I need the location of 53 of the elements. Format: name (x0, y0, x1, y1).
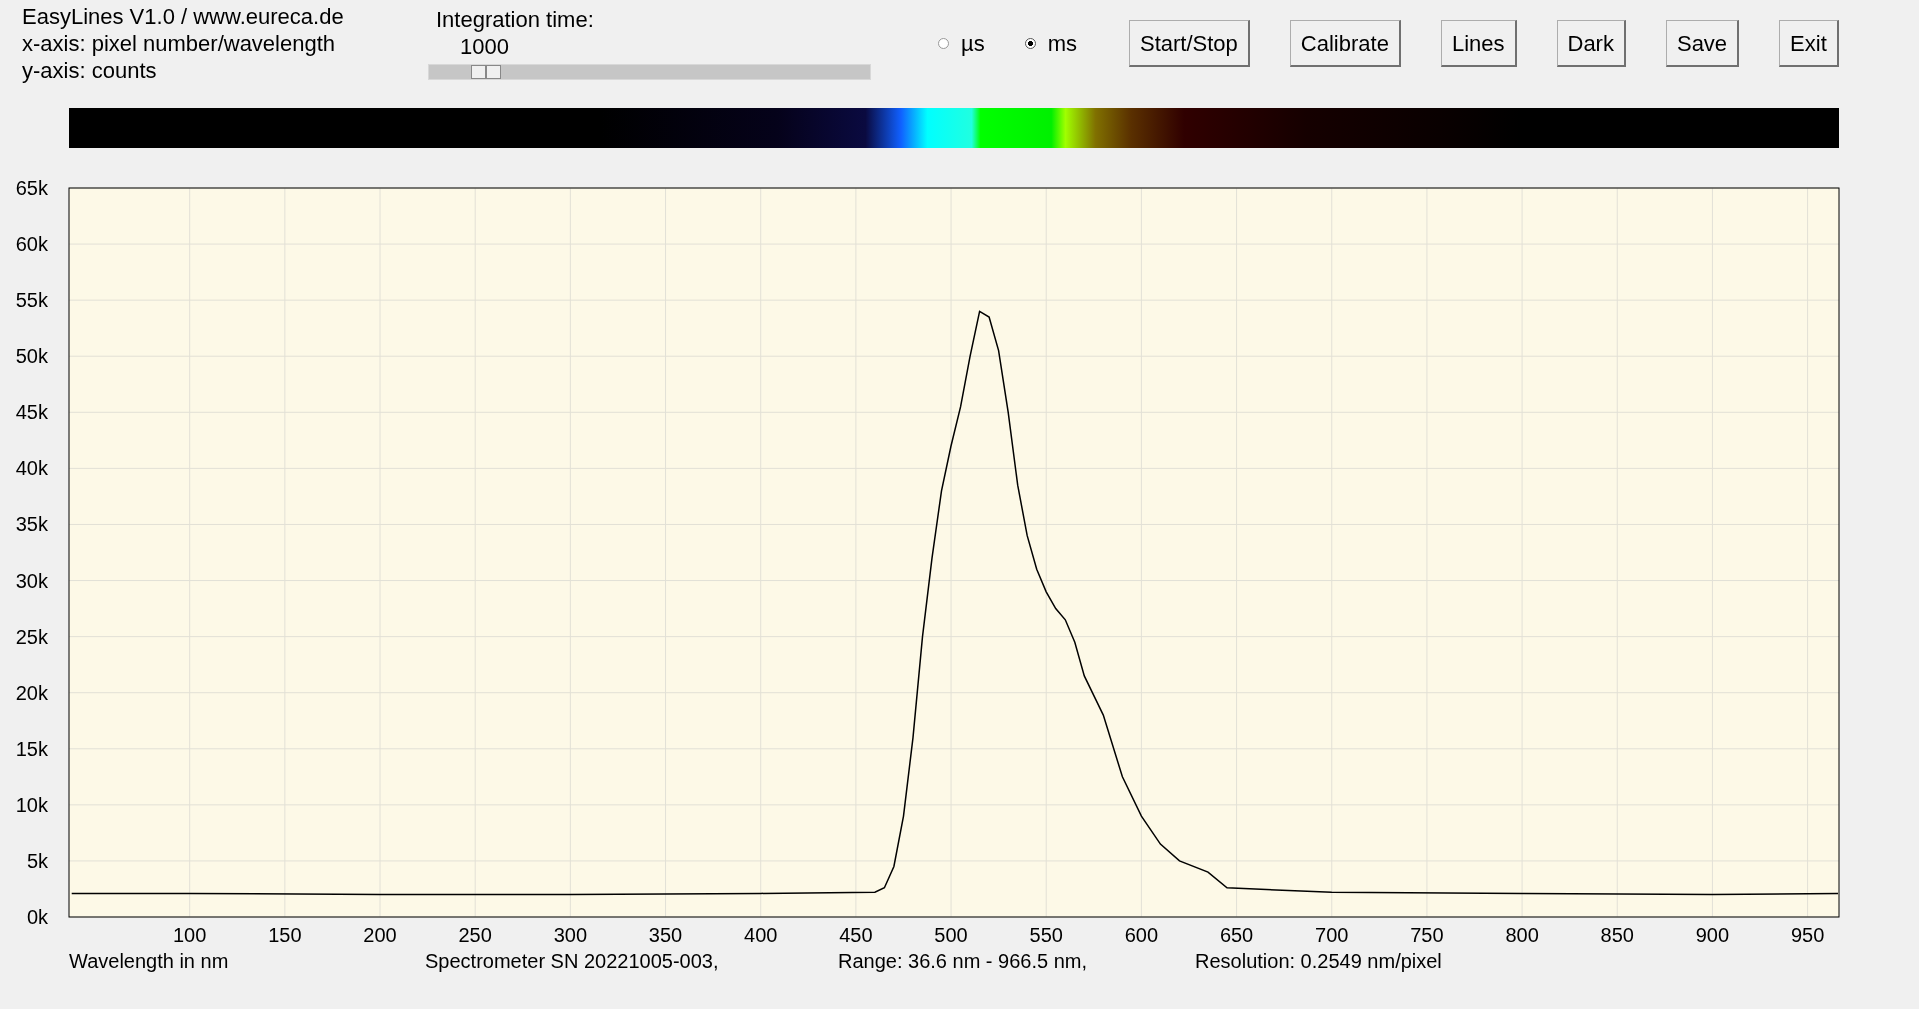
y-tick-label: 30k (15, 569, 48, 592)
y-tick-label: 10k (15, 793, 48, 816)
toolbar-button[interactable]: Start/Stop (1129, 20, 1250, 67)
integration-label: Integration time: (435, 6, 595, 33)
integration-slider[interactable] (428, 64, 871, 80)
x-tick-label: 350 (648, 924, 683, 946)
status-text: Resolution: 0.2549 nm/pixel (1195, 950, 1442, 972)
y-axis-info: y-axis: counts (22, 57, 158, 84)
unit-label: ms (1047, 30, 1077, 57)
x-tick-label: 900 (1695, 924, 1730, 946)
x-tick-label: 450 (839, 924, 873, 946)
y-tick-label: 20k (15, 681, 48, 704)
x-axis-label: Wavelength in nm (69, 950, 229, 972)
x-tick-label: 300 (553, 924, 588, 946)
toolbar-button[interactable]: Save (1665, 20, 1740, 67)
x-tick-label: 950 (1790, 924, 1825, 946)
x-tick-label: 700 (1315, 924, 1349, 946)
x-tick-label: 750 (1410, 924, 1444, 946)
status-text: Spectrometer SN 20221005-003, (425, 950, 719, 972)
y-tick-label: 55k (15, 289, 48, 312)
toolbar-button[interactable]: Lines (1440, 20, 1517, 67)
y-tick-label: 0k (26, 906, 48, 928)
x-tick-label: 150 (268, 924, 302, 946)
y-tick-label: 40k (15, 457, 48, 480)
radio-button[interactable] (1024, 38, 1036, 49)
y-tick-label: 35k (15, 513, 48, 536)
x-tick-label: 600 (1124, 924, 1159, 946)
unit-label: µs (961, 30, 985, 57)
x-tick-label: 100 (173, 924, 207, 946)
y-tick-label: 50k (15, 345, 48, 368)
radio-button[interactable] (938, 38, 949, 49)
x-tick-label: 800 (1505, 924, 1539, 946)
x-tick-label: 500 (934, 924, 968, 946)
y-tick-label: 45k (15, 401, 48, 424)
x-tick-label: 200 (363, 924, 397, 946)
toolbar-button[interactable]: Exit (1779, 20, 1839, 67)
y-tick-label: 65k (15, 180, 48, 199)
x-tick-label: 250 (458, 924, 492, 946)
integration-value: 1000 (459, 33, 510, 60)
y-tick-label: 25k (15, 625, 48, 648)
slider-thumb[interactable] (471, 65, 502, 79)
status-text: Range: 36.6 nm - 966.5 nm, (838, 950, 1088, 972)
toolbar-button[interactable]: Dark (1556, 20, 1626, 67)
y-tick-label: 5k (26, 849, 48, 872)
x-tick-label: 850 (1600, 924, 1634, 946)
x-tick-label: 650 (1219, 924, 1254, 946)
x-tick-label: 400 (744, 924, 778, 946)
toolbar-button[interactable]: Calibrate (1289, 20, 1401, 67)
x-tick-label: 550 (1029, 924, 1063, 946)
y-tick-label: 60k (15, 233, 48, 256)
app-title: EasyLines V1.0 / www.eureca.de (22, 3, 345, 30)
y-tick-label: 15k (15, 737, 48, 760)
x-axis-info: x-axis: pixel number/wavelength (22, 30, 337, 57)
